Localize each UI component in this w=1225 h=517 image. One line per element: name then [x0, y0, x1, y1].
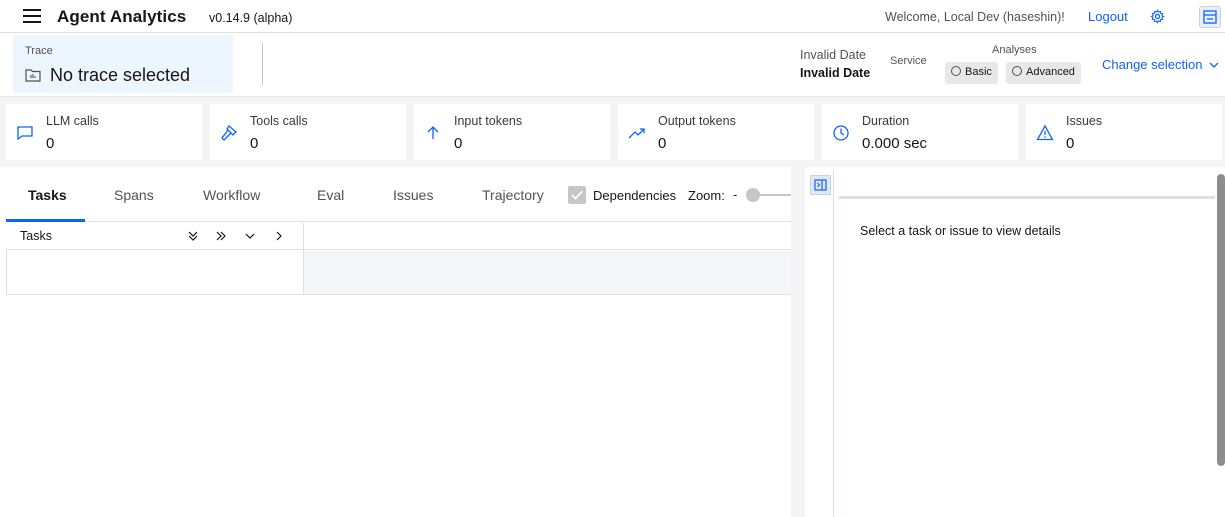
metric-value: 0 — [46, 135, 55, 152]
dependencies-label: Dependencies — [593, 188, 677, 203]
tab-eval[interactable]: Eval — [317, 187, 344, 203]
hamburger-menu-icon[interactable] — [23, 9, 41, 23]
analysis-advanced-label: Advanced — [1026, 66, 1075, 78]
view-tabs: Tasks Spans Workflow Eval Issues Traject… — [6, 170, 791, 222]
panel-border — [833, 170, 834, 517]
metric-card-llm-calls: LLM calls 0 — [6, 104, 202, 160]
metric-label: Duration — [862, 114, 910, 128]
welcome-text: Welcome, Local Dev (haseshin)! — [885, 10, 1065, 24]
logout-link[interactable]: Logout — [1088, 9, 1128, 24]
collapse-panel-button[interactable] — [810, 175, 831, 195]
metric-value: 0 — [1066, 135, 1075, 152]
metric-value: 0 — [454, 135, 463, 152]
tab-tasks[interactable]: Tasks — [28, 187, 67, 203]
column-divider[interactable] — [303, 223, 304, 295]
timeline-row — [303, 251, 791, 294]
app-version: v0.14.9 (alpha) — [209, 11, 293, 25]
divider — [262, 43, 263, 85]
tab-workflow[interactable]: Workflow — [203, 187, 260, 203]
metric-label: Output tokens — [658, 114, 736, 128]
metric-card-duration: Duration 0.000 sec — [822, 104, 1018, 160]
folder-icon — [25, 69, 41, 82]
tasks-table-header: Tasks — [6, 223, 791, 250]
metric-label: Tools calls — [250, 114, 308, 128]
tab-trajectory[interactable]: Trajectory — [482, 187, 544, 203]
panel-divider — [839, 196, 1215, 199]
warning-icon — [1036, 124, 1054, 141]
metric-value: 0 — [250, 135, 259, 152]
top-header: Agent Analytics v0.14.9 (alpha) Welcome,… — [0, 0, 1225, 33]
metric-label: LLM calls — [46, 114, 99, 128]
analysis-advanced-tag[interactable]: Advanced — [1006, 62, 1081, 84]
clock-icon — [951, 66, 961, 76]
panel-collapse-icon — [814, 179, 827, 191]
analysis-basic-label: Basic — [965, 66, 992, 78]
tab-spans[interactable]: Spans — [114, 187, 154, 203]
metric-card-output-tokens: Output tokens 0 — [618, 104, 814, 160]
chevron-right-icon[interactable] — [272, 230, 286, 242]
check-icon — [571, 190, 583, 200]
date-line-1: Invalid Date — [800, 48, 867, 62]
metric-card-issues: Issues 0 — [1026, 104, 1222, 160]
date-line-2: Invalid Date — [800, 66, 871, 80]
side-panel-toggle-icon[interactable] — [1199, 6, 1221, 28]
metric-label: Issues — [1066, 114, 1103, 128]
clock-icon — [833, 125, 849, 141]
change-selection-label: Change selection — [1102, 57, 1203, 72]
trend-up-icon — [628, 128, 645, 139]
zoom-label: Zoom: — [688, 188, 725, 203]
chevron-down-icon — [1209, 62, 1219, 68]
change-selection-button[interactable]: Change selection — [1102, 57, 1219, 72]
metric-card-input-tokens: Input tokens 0 — [414, 104, 610, 160]
hammer-icon — [221, 125, 237, 141]
trace-label: Trace — [25, 45, 53, 57]
app-title: Agent Analytics — [57, 7, 187, 26]
service-label: Service — [890, 55, 927, 67]
metric-value: 0.000 sec — [862, 135, 928, 152]
zoom-slider-thumb[interactable] — [746, 188, 760, 202]
trace-selection-bar: Trace No trace selected Invalid Date Inv… — [0, 33, 1225, 97]
vertical-scrollbar[interactable] — [1217, 174, 1225, 466]
arrow-up-icon — [427, 126, 439, 139]
trace-value: No trace selected — [50, 65, 191, 85]
analysis-basic-tag[interactable]: Basic — [945, 62, 998, 84]
panel-separator[interactable] — [791, 167, 805, 517]
details-panel: Select a task or issue to view details — [805, 170, 1225, 517]
zoom-out-button[interactable]: - — [733, 187, 737, 202]
dependencies-checkbox[interactable] — [568, 186, 586, 204]
metric-label: Input tokens — [454, 114, 523, 128]
tab-issues[interactable]: Issues — [393, 187, 433, 203]
trace-selector[interactable]: Trace No trace selected — [13, 35, 233, 93]
expand-all-icon[interactable] — [186, 230, 200, 242]
tasks-panel: Tasks Spans Workflow Eval Issues Traject… — [6, 170, 791, 517]
chat-icon — [17, 126, 33, 141]
active-tab-indicator — [6, 219, 85, 222]
chevron-down-icon[interactable] — [243, 230, 257, 242]
metric-value: 0 — [658, 135, 667, 152]
details-placeholder: Select a task or issue to view details — [860, 224, 1061, 238]
tasks-column-header: Tasks — [20, 229, 52, 243]
collapse-all-icon[interactable] — [214, 230, 228, 242]
metrics-bar: LLM calls 0 Tools calls 0 Input tokens 0… — [0, 97, 1225, 167]
clock-icon — [1012, 66, 1022, 76]
gear-icon[interactable] — [1150, 9, 1165, 24]
metric-card-tools-calls: Tools calls 0 — [210, 104, 406, 160]
analyses-label: Analyses — [992, 44, 1037, 56]
